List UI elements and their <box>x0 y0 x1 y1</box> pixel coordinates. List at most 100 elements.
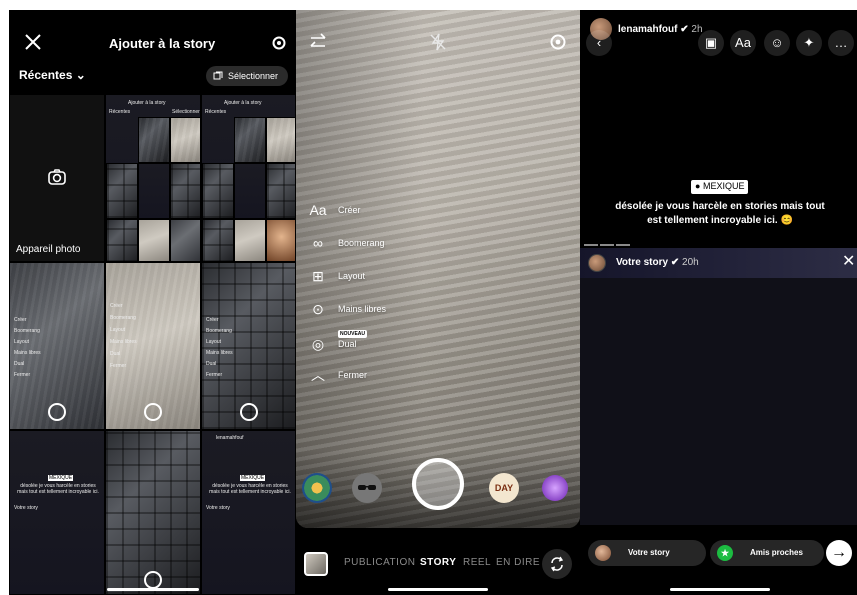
multi-select-icon <box>213 71 223 80</box>
thumb-menu-dual: Dual <box>14 361 25 367</box>
media-thumbnail[interactable]: Ajouter à la story Récentes Sélectionner <box>105 94 201 262</box>
chevron-down-icon: ⌄ <box>75 68 86 82</box>
effects-button[interactable]: ✦ <box>796 30 822 56</box>
tool-layout-label: Layout <box>338 271 366 281</box>
camera-icon <box>48 169 66 185</box>
thumb-menu-close: Fermer <box>14 372 31 378</box>
sparkles-icon: ✦ <box>803 35 815 50</box>
tool-close[interactable]: ︿ Fermer <box>308 365 448 389</box>
sticker-button[interactable]: ☺ <box>764 30 790 56</box>
portrait-sticker-button[interactable]: ▣ <box>698 30 724 56</box>
mode-live[interactable]: EN DIRE <box>496 557 540 568</box>
thumb-location: MEXIQUE <box>48 475 74 481</box>
capture-button[interactable] <box>412 458 464 510</box>
thumb-inner <box>106 163 138 219</box>
recent-label: Récentes <box>19 68 73 82</box>
media-thumbnail[interactable]: Créer Boomerang Layout Mains libres Dual… <box>105 262 201 430</box>
verified-icon: ✔ <box>670 257 680 268</box>
media-thumbnail[interactable]: lenamahfouf MEXIQUE désolée je vous harc… <box>201 430 296 595</box>
media-thumbnail[interactable]: MEXIQUE désolée je vous harcèle en stori… <box>9 430 105 595</box>
location-sticker[interactable]: ● MEXIQUE <box>691 180 749 194</box>
close-icon[interactable] <box>23 32 43 52</box>
thumb-inner <box>234 219 266 261</box>
story-canvas <box>580 278 857 525</box>
tool-layout[interactable]: ⊞ Layout <box>308 266 448 290</box>
select-button[interactable]: Sélectionner <box>206 66 288 86</box>
thumb-your-story: Votre story <box>14 505 38 511</box>
gallery-panel: Ajouter à la story Récentes ⌄ Sélectionn… <box>9 10 296 595</box>
gallery-title: Ajouter à la story <box>109 36 216 51</box>
gear-icon[interactable] <box>271 35 287 51</box>
story-top-bar: lenamahfouf ✔ 2h ‹ ▣ Aa ☺ ✦ … <box>580 10 857 70</box>
thumb-location: MEXIQUE <box>240 475 266 481</box>
thumb-inner <box>170 219 200 261</box>
your-story-label: Votre story <box>628 548 670 557</box>
recent-dropdown[interactable]: Récentes ⌄ <box>19 68 86 82</box>
media-thumbnail[interactable] <box>105 430 201 595</box>
effect-sunglasses[interactable] <box>352 473 382 503</box>
text-tool-button[interactable]: Aa <box>730 30 756 56</box>
thumb-menu-create: Créer <box>14 317 27 323</box>
camera-viewfinder: Aa Créer ∞ Boomerang ⊞ Layout ⊙ Mains li… <box>296 10 580 528</box>
location-text: MEXIQUE <box>702 181 745 191</box>
story-author: lenamahfouf ✔ 2h <box>618 24 703 35</box>
flash-off-icon[interactable] <box>428 32 448 52</box>
tool-hands-free[interactable]: ⊙ Mains libres <box>308 299 448 323</box>
thumb-username: lenamahfouf <box>216 435 244 441</box>
thumb-caption: désolée je vous harcèle en stories mais … <box>209 483 291 495</box>
close-friends-button[interactable]: ★ Amis proches <box>710 540 824 566</box>
location-pin-icon: ● <box>695 181 701 191</box>
effect-day[interactable]: DAY <box>489 473 519 503</box>
tool-create[interactable]: Aa Créer <box>308 200 448 224</box>
flip-camera-icon <box>550 556 564 572</box>
thumb-inner <box>266 163 295 219</box>
your-story-header: Votre story ✔ 20h <box>616 257 699 268</box>
progress-segment <box>584 244 598 246</box>
media-thumbnail[interactable]: Créer Boomerang Layout Mains libres Dual… <box>201 262 296 430</box>
dual-camera-icon: ◎ <box>311 336 325 352</box>
close-icon[interactable]: ✕ <box>842 254 855 270</box>
thumb-menu-dual: Dual <box>110 351 121 357</box>
flip-camera-button[interactable] <box>542 549 572 579</box>
thumb-your-story: Votre story <box>206 505 230 511</box>
tool-boomerang[interactable]: ∞ Boomerang <box>308 233 448 257</box>
arrow-right-icon: → <box>831 544 847 561</box>
mode-publication[interactable]: PUBLICATION <box>344 557 415 568</box>
media-thumbnail[interactable]: Ajouter à la story Récentes <box>201 94 296 262</box>
your-story-button[interactable]: Votre story <box>588 540 706 566</box>
thumb-menu-boomerang: Boomerang <box>14 328 40 334</box>
thumb-menu-layout: Layout <box>14 339 30 345</box>
thumb-inner <box>202 163 234 219</box>
thumb-select: Sélectionner <box>172 109 200 115</box>
media-grid: Appareil photo Ajouter à la story Récent… <box>9 94 296 595</box>
thumb-recent: Récentes <box>109 109 131 115</box>
camera-tile[interactable]: Appareil photo <box>9 94 105 262</box>
screenshot-collage: Ajouter à la story Récentes ⌄ Sélectionn… <box>0 0 857 595</box>
gallery-thumbnail-button[interactable] <box>304 552 328 576</box>
thumb-inner <box>266 117 295 163</box>
camera-label: Appareil photo <box>16 244 81 255</box>
back-button[interactable]: ‹ <box>586 30 612 56</box>
thumb-menu-handsfree: Mains libres <box>14 350 41 356</box>
mode-bar: PUBLICATION STORY REEL EN DIRE <box>296 538 580 595</box>
next-button[interactable]: → <box>826 540 852 566</box>
thumb-inner <box>138 117 170 163</box>
camera-panel: Aa Créer ∞ Boomerang ⊞ Layout ⊙ Mains li… <box>296 10 580 595</box>
tool-dual-label: Dual <box>338 339 357 349</box>
infinity-icon: ∞ <box>313 235 323 251</box>
thumb-menu-close: Fermer <box>206 372 223 378</box>
thumb-menu-dual: Dual <box>206 361 217 367</box>
tool-create-label: Créer <box>338 205 361 215</box>
media-thumbnail[interactable]: Créer Boomerang Layout Mains libres Dual… <box>9 262 105 430</box>
gear-icon[interactable] <box>548 32 568 52</box>
mode-story[interactable]: STORY <box>420 557 456 568</box>
home-indicator <box>107 588 199 591</box>
thumb-inner <box>234 117 266 163</box>
swap-arrows-icon[interactable] <box>308 32 328 52</box>
mode-reel[interactable]: REEL <box>463 557 491 568</box>
effect-globe[interactable] <box>302 473 332 503</box>
thumb-menu-boomerang: Boomerang <box>206 328 232 334</box>
effect-purple[interactable] <box>542 475 568 501</box>
more-button[interactable]: … <box>828 30 854 56</box>
tool-dual[interactable]: ◎ NOUVEAU Dual <box>308 330 448 358</box>
